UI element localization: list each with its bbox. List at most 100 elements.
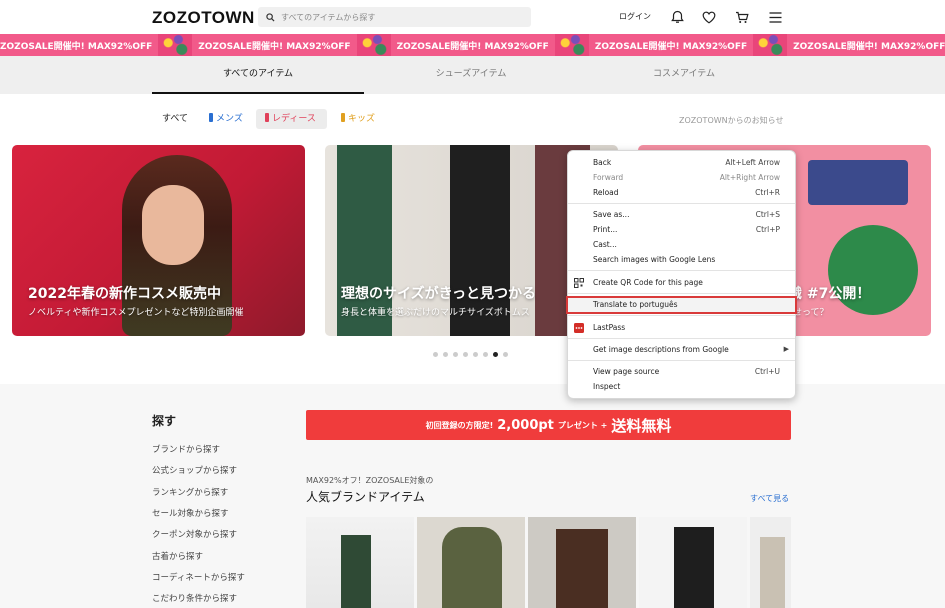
- carousel-dot[interactable]: [443, 352, 448, 357]
- sidebar-link[interactable]: こだわり条件から探す: [152, 592, 237, 604]
- carousel-dot-active[interactable]: [493, 352, 498, 357]
- submenu-arrow-icon: ▶: [783, 345, 789, 353]
- filter-mens-label: メンズ: [216, 114, 243, 124]
- menu-item-save-as[interactable]: Save as... Ctrl+S: [568, 208, 795, 222]
- product-image[interactable]: [639, 517, 747, 608]
- menu-item-label: Inspect: [593, 382, 621, 391]
- menu-item-label: Get image descriptions from Google: [593, 345, 729, 354]
- menu-item-label: Print...: [593, 225, 618, 234]
- menu-item-print[interactable]: Print... Ctrl+P: [568, 223, 795, 237]
- menu-item-translate[interactable]: Translate to português: [566, 296, 797, 314]
- menu-item-cast[interactable]: Cast...: [568, 238, 795, 252]
- banner-text: ZOZOSALE開催中! MAX92%OFF: [793, 41, 945, 52]
- promo-banner[interactable]: 初回登録の方限定! 2,000pt プレゼント + 送料無料: [306, 410, 791, 440]
- menu-item-shortcut: Ctrl+P: [755, 225, 780, 234]
- menu-item-shortcut: Alt+Right Arrow: [719, 173, 780, 182]
- login-link[interactable]: ログイン: [619, 11, 651, 22]
- product-image[interactable]: [306, 517, 414, 608]
- filter-kids[interactable]: キッズ: [341, 109, 375, 129]
- carousel-dot[interactable]: [503, 352, 508, 357]
- product-figure: [442, 527, 502, 608]
- promo-points: 2,000pt: [497, 417, 554, 433]
- carousel-dot[interactable]: [483, 352, 488, 357]
- sidebar-link[interactable]: ランキングから探す: [152, 486, 228, 498]
- site-logo[interactable]: ZOZOTOWN: [152, 8, 255, 28]
- sidebar-link[interactable]: クーポン対象から探す: [152, 528, 237, 540]
- product-figure: [341, 535, 371, 608]
- carousel-title: 理想のサイズがきっと見つかる: [341, 286, 537, 302]
- carousel-dot[interactable]: [453, 352, 458, 357]
- menu-item-reload[interactable]: Reload Ctrl+R: [568, 186, 795, 200]
- site-header: ZOZOTOWN ログイン: [0, 0, 945, 34]
- menu-item-label: View page source: [593, 367, 660, 376]
- menu-item-shortcut: Ctrl+R: [755, 188, 780, 197]
- filter-all[interactable]: すべて: [162, 109, 188, 129]
- section-title: 人気ブランドアイテム: [306, 490, 425, 504]
- banner-segment: ZOZOSALE開催中! MAX92%OFF: [391, 34, 589, 56]
- promo-text: 初回登録の方限定!: [425, 420, 494, 430]
- carousel-dot[interactable]: [463, 352, 468, 357]
- carousel-dot[interactable]: [473, 352, 478, 357]
- bell-icon[interactable]: [669, 9, 685, 25]
- menu-icon[interactable]: [767, 9, 783, 25]
- menu-item-qr-code[interactable]: Create QR Code for this page: [568, 276, 795, 290]
- banner-text: ZOZOSALE開催中! MAX92%OFF: [198, 41, 351, 52]
- notice-link[interactable]: ZOZOTOWNからのお知らせ: [679, 115, 783, 126]
- carousel-dot[interactable]: [433, 352, 438, 357]
- banner-segment: ZOZOSALE開催中! MAX92%OFF: [787, 34, 945, 56]
- tab-shoes-items[interactable]: シューズアイテム: [365, 56, 577, 94]
- sidebar-link[interactable]: 古着から探す: [152, 550, 203, 562]
- tab-cosme-items[interactable]: コスメアイテム: [578, 56, 790, 94]
- sale-banner[interactable]: ZOZOSALE開催中! MAX92%OFF ZOZOSALE開催中! MAX9…: [0, 34, 945, 56]
- banner-illustration: [753, 34, 788, 56]
- menu-separator: [568, 293, 795, 294]
- sidebar-link[interactable]: コーディネートから探す: [152, 571, 245, 583]
- search-bar[interactable]: [258, 7, 531, 27]
- see-all-link[interactable]: すべて見る: [750, 493, 789, 504]
- menu-item-image-descriptions[interactable]: Get image descriptions from Google ▶: [568, 343, 795, 357]
- menu-item-forward[interactable]: Forward Alt+Right Arrow: [568, 171, 795, 185]
- menu-item-label: Create QR Code for this page: [593, 278, 703, 287]
- menu-item-label: Forward: [593, 173, 624, 182]
- menu-item-inspect[interactable]: Inspect: [568, 380, 795, 394]
- lastpass-icon: [574, 323, 584, 333]
- search-input[interactable]: [281, 12, 521, 22]
- menu-item-label: Back: [593, 158, 612, 167]
- carousel-subtitle: せって？: [793, 308, 829, 318]
- carousel-subtitle: ノベルティや新作コスメプレゼントなど特別企画開催: [28, 308, 244, 318]
- banner-text: ZOZOSALE開催中! MAX92%OFF: [594, 41, 748, 52]
- product-image[interactable]: [750, 517, 791, 608]
- menu-item-lastpass[interactable]: LastPass: [568, 321, 795, 335]
- menu-separator: [568, 203, 795, 204]
- banner-segment: ZOZOSALE開催中! MAX92%OFF: [192, 34, 391, 56]
- filter-kids-label: キッズ: [348, 114, 376, 124]
- heart-icon[interactable]: [701, 9, 717, 25]
- section-eyebrow: MAX92%オフ！ZOZOSALE対象の: [306, 476, 434, 485]
- menu-item-google-lens[interactable]: Search images with Google Lens: [568, 253, 795, 267]
- sidebar-link[interactable]: ブランドから探す: [152, 443, 220, 455]
- banner-segment: ZOZOSALE開催中! MAX92%OFF: [589, 34, 788, 56]
- filter-mens[interactable]: メンズ: [209, 109, 243, 129]
- promo-text: プレゼント +: [557, 420, 608, 430]
- carousel-card[interactable]: 2022年春の新作コスメ販売中 ノベルティや新作コスメプレゼントなど特別企画開催: [12, 145, 305, 336]
- menu-item-shortcut: Ctrl+S: [755, 210, 780, 219]
- carousel-title: 識 #7公開！: [788, 286, 871, 302]
- product-figure: [760, 537, 785, 608]
- product-image[interactable]: [417, 517, 525, 608]
- product-image[interactable]: [528, 517, 636, 608]
- sidebar-link[interactable]: セール対象から探す: [152, 507, 229, 519]
- cart-icon[interactable]: [734, 9, 750, 25]
- menu-item-label: Search images with Google Lens: [593, 255, 716, 264]
- banner-text: ZOZOSALE開催中! MAX92%OFF: [0, 41, 153, 52]
- banner-segment: ZOZOSALE開催中! MAX92%OFF: [0, 34, 193, 56]
- menu-item-shortcut: Ctrl+U: [754, 367, 780, 376]
- banner-illustration: [158, 34, 193, 56]
- menu-item-shortcut: Alt+Left Arrow: [725, 158, 780, 167]
- carousel-subtitle: 身長と体重を選ぶだけのマルチサイズボトムス: [341, 308, 530, 318]
- tab-all-items[interactable]: すべてのアイテム: [152, 56, 364, 94]
- menu-item-back[interactable]: Back Alt+Left Arrow: [568, 156, 795, 170]
- sidebar-title: 探す: [152, 414, 177, 428]
- filter-ladies[interactable]: レディース: [256, 109, 327, 129]
- sidebar-link[interactable]: 公式ショップから探す: [152, 464, 237, 476]
- menu-item-view-source[interactable]: View page source Ctrl+U: [568, 365, 795, 379]
